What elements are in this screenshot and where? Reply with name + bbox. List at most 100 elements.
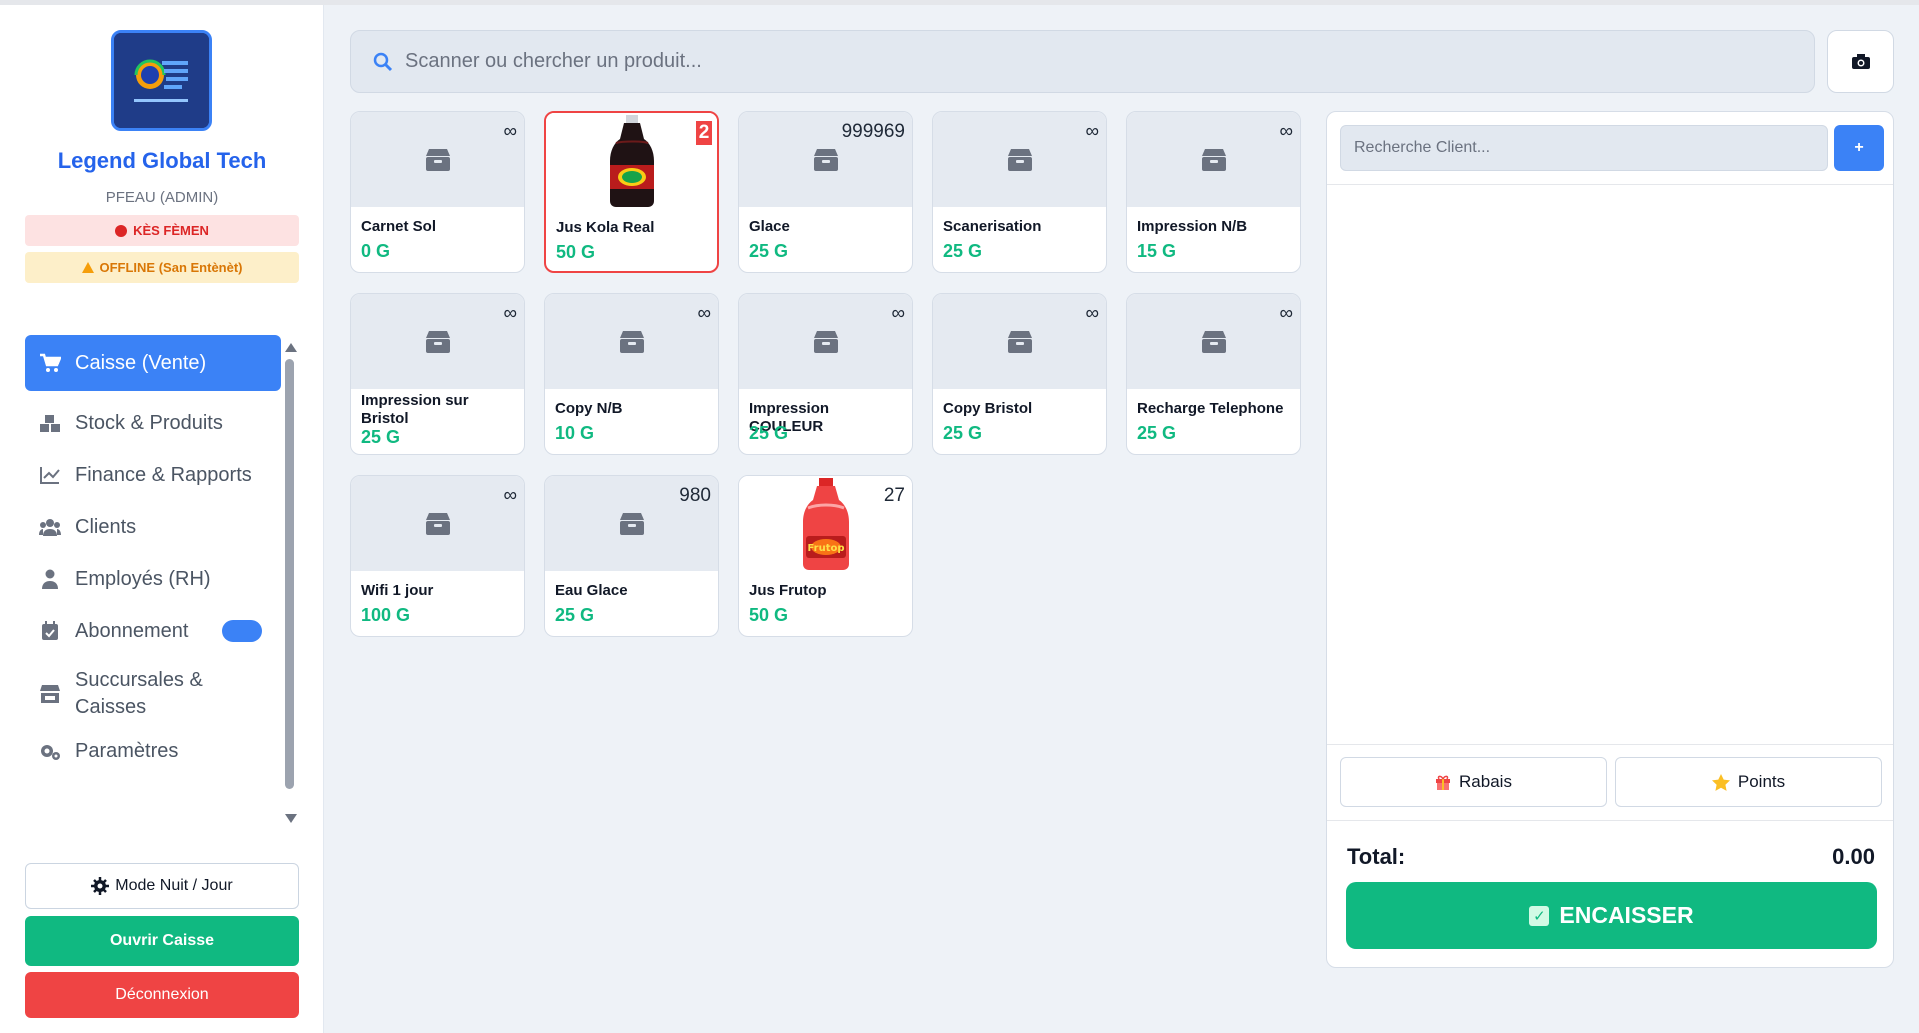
check-icon: ✓	[1529, 905, 1550, 926]
sidebar-item-label: Employés (RH)	[75, 567, 211, 590]
client-search-input[interactable]	[1340, 125, 1828, 171]
subscription-toggle[interactable]	[222, 620, 262, 642]
product-price: 10 G	[555, 423, 595, 443]
users-icon	[39, 519, 61, 536]
scroll-thumb[interactable]	[285, 359, 294, 789]
product-name: Copy Bristol	[943, 400, 1033, 417]
connection-status-badge: OFFLINE (San Entènèt)	[25, 252, 299, 283]
stock-count: ∞	[1085, 303, 1099, 324]
box-icon	[425, 512, 450, 535]
store-icon	[40, 685, 60, 703]
brand-name: Legend Global Tech	[57, 148, 267, 173]
register-status-label: KÈS FÈMEN	[133, 223, 209, 238]
divider	[1327, 744, 1893, 745]
camera-scan-button[interactable]	[1827, 30, 1894, 93]
product-price: 25 G	[1137, 423, 1177, 443]
product-image	[351, 294, 524, 389]
scroll-up-arrow-icon[interactable]	[285, 343, 297, 352]
product-card[interactable]: ∞ Wifi 1 jour 100 G	[350, 475, 525, 637]
product-name: Impression N/B	[1137, 218, 1248, 235]
product-name: Recharge Telephone	[1137, 400, 1284, 417]
camera-icon	[1851, 54, 1870, 69]
box-icon	[619, 512, 644, 535]
sidebar-item-finance[interactable]: Finance & Rapports	[25, 449, 281, 501]
boxes-icon	[40, 415, 60, 432]
product-price: 0 G	[361, 241, 391, 261]
stock-count: 980	[679, 485, 711, 506]
box-icon	[1201, 330, 1226, 353]
product-price: 25 G	[943, 241, 983, 261]
user-tie-icon	[42, 569, 58, 589]
logout-button[interactable]: Déconnexion	[25, 972, 299, 1018]
open-register-button[interactable]: Ouvrir Caisse	[25, 916, 299, 966]
svg-text:Frutop: Frutop	[807, 543, 844, 554]
theme-toggle-button[interactable]: Mode Nuit / Jour	[25, 863, 299, 909]
product-image	[351, 112, 524, 207]
box-icon	[1201, 148, 1226, 171]
sidebar-item-abonnement[interactable]: Abonnement	[25, 605, 281, 657]
sidebar-item-parametres[interactable]: Paramètres	[25, 731, 281, 771]
product-image	[1127, 112, 1300, 207]
product-name: Wifi 1 jour	[361, 582, 434, 599]
sidebar-scrollbar[interactable]	[282, 335, 298, 835]
product-card[interactable]: 980 Eau Glace 25 G	[544, 475, 719, 637]
product-card[interactable]: 999969 Glace 25 G	[738, 111, 913, 273]
stock-count: ∞	[1279, 303, 1293, 324]
product-name: Copy N/B	[555, 400, 623, 417]
sidebar-item-employes[interactable]: Employés (RH)	[25, 553, 281, 605]
product-card[interactable]: ∞ Carnet Sol 0 G	[350, 111, 525, 273]
sidebar-item-stock[interactable]: Stock & Produits	[25, 397, 281, 449]
product-card[interactable]: ∞ Impression N/B 15 G	[1126, 111, 1301, 273]
cart-icon	[40, 353, 61, 372]
sidebar-item-label: Clients	[75, 515, 137, 538]
product-card[interactable]: ∞ Copy Bristol 25 G	[932, 293, 1107, 455]
register-status-badge: KÈS FÈMEN	[25, 215, 299, 246]
product-search-bar	[350, 30, 1815, 93]
box-icon	[425, 148, 450, 171]
total-label: Total:	[1347, 844, 1406, 869]
calendar-check-icon	[42, 621, 58, 640]
sidebar-item-label: Succursales & Caisses	[75, 669, 203, 718]
product-name: Jus Kola Real	[556, 219, 655, 236]
points-button[interactable]: Points	[1615, 757, 1882, 807]
brand-logo	[111, 30, 212, 131]
checkout-button[interactable]: ✓ ENCAISSER	[1346, 882, 1877, 949]
stock-count: ∞	[503, 485, 517, 506]
red-dot-icon	[115, 224, 128, 237]
stock-count: ∞	[503, 121, 517, 142]
product-card[interactable]: Frutop 27 Jus Frutop 50 G	[738, 475, 913, 637]
product-image	[545, 294, 718, 389]
theme-toggle-label: Mode Nuit / Jour	[115, 877, 233, 894]
product-card[interactable]: ∞ Impression COULEUR 25 G	[738, 293, 913, 455]
product-name: Eau Glace	[555, 582, 628, 599]
gift-icon	[1436, 775, 1451, 790]
cart-panel: + Rabais Points Total: 0.00 ✓ ENCAISSER	[1326, 111, 1894, 968]
sidebar-item-clients[interactable]: Clients	[25, 501, 281, 553]
stock-count: ∞	[697, 303, 711, 324]
scroll-down-arrow-icon[interactable]	[285, 814, 297, 823]
product-image	[933, 294, 1106, 389]
product-image	[546, 113, 717, 208]
product-card[interactable]: ∞ Impression sur Bristol 25 G	[350, 293, 525, 455]
cart-items-list	[1327, 184, 1893, 744]
add-client-button[interactable]: +	[1834, 125, 1884, 171]
product-card[interactable]: ∞ Recharge Telephone 25 G	[1126, 293, 1301, 455]
product-name: Glace	[749, 218, 790, 235]
stock-count: 999969	[841, 121, 905, 142]
product-card[interactable]: ∞ Scanerisation 25 G	[932, 111, 1107, 273]
discount-button[interactable]: Rabais	[1340, 757, 1607, 807]
product-grid: ∞ Carnet Sol 0 G 2 Jus Kola Real 50 G 999969 Gl…	[350, 111, 1301, 641]
sidebar-item-succursales[interactable]: Succursales & Caisses	[25, 657, 281, 731]
sidebar-item-caisse[interactable]: Caisse (Vente)	[25, 335, 281, 391]
product-name: Impression sur Bristol	[361, 392, 469, 427]
warning-icon	[81, 262, 94, 273]
gear-icon	[91, 877, 110, 895]
product-card[interactable]: ∞ Copy N/B 10 G	[544, 293, 719, 455]
box-icon	[619, 330, 644, 353]
product-price: 50 G	[749, 605, 789, 625]
sidebar-item-label: Caisse (Vente)	[75, 351, 207, 374]
product-card[interactable]: 2 Jus Kola Real 50 G	[544, 111, 719, 273]
chart-line-icon	[40, 467, 60, 484]
box-icon	[813, 148, 838, 171]
product-search-input[interactable]	[405, 50, 1785, 73]
